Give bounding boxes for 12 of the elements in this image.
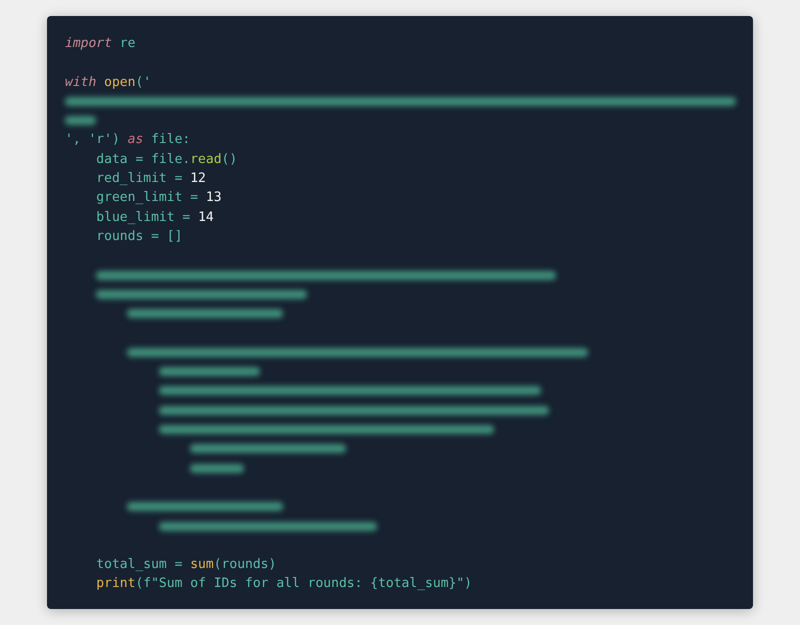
code-line: print(f"Sum of IDs for all rounds: {total_sum}") <box>95 575 473 594</box>
code-line: with open(' <box>65 74 152 92</box>
code-line: blue_limit = 14 <box>95 208 215 227</box>
blurred-code <box>190 464 244 473</box>
code-line: total_sum = sum(rounds) <box>95 556 278 574</box>
code-line: data = file.read() <box>95 150 238 169</box>
code-line: import re <box>65 35 136 53</box>
code-line: rounds = [] <box>95 228 184 246</box>
code-line: green_limit = 13 <box>95 189 223 208</box>
code-line: red_limit = 12 <box>95 170 207 188</box>
code-line: ', 'r') as file: <box>65 131 192 150</box>
blurred-code <box>65 116 96 126</box>
